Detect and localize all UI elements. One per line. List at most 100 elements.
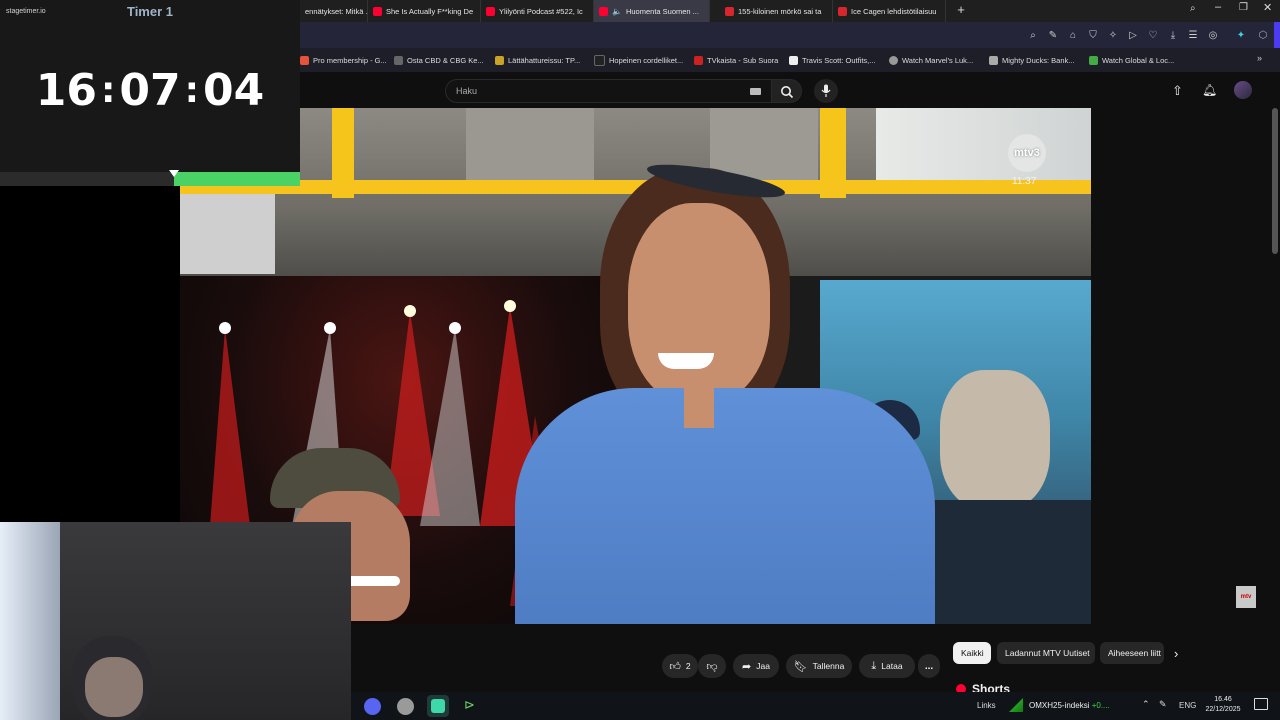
share-label: Jaa bbox=[756, 661, 770, 671]
person-head bbox=[940, 370, 1050, 510]
pen-icon[interactable]: ✎ bbox=[1159, 699, 1167, 710]
windows-taskbar: ⊳ Links OMXH25-indeksi +0.... ⌃ ✎ ENG 16… bbox=[351, 692, 1280, 720]
discord-icon[interactable] bbox=[364, 698, 381, 715]
accent-strip bbox=[1274, 22, 1280, 48]
webcam-overlay bbox=[0, 522, 351, 720]
clock-date: 22/12/2025 bbox=[1205, 706, 1241, 713]
bookmark-icon bbox=[694, 55, 703, 65]
chevron-up-icon[interactable]: ⌃ bbox=[1142, 699, 1150, 710]
share-icon: ➦ bbox=[742, 660, 752, 673]
news-icon bbox=[838, 6, 847, 16]
bookmark-icon bbox=[394, 55, 403, 65]
browser-tab[interactable]: ennätykset: Mitkä ... bbox=[300, 0, 368, 22]
bookmark-item[interactable]: Osta CBD & CBG Ke... bbox=[394, 53, 484, 67]
bookmark-item[interactable]: Watch Global & Loc... bbox=[1089, 53, 1174, 67]
restore-icon[interactable]: ❐ bbox=[1239, 2, 1248, 13]
chip-uploaded-by[interactable]: Ladannut MTV Uutiset bbox=[997, 642, 1095, 664]
chip-all[interactable]: Kaikki bbox=[953, 642, 991, 664]
close-icon[interactable]: ✕ bbox=[1263, 1, 1272, 14]
host-smile bbox=[658, 353, 714, 369]
app-icon[interactable] bbox=[397, 698, 414, 715]
news-icon bbox=[725, 6, 734, 16]
download-icon: ⤓ bbox=[871, 659, 877, 672]
bookmark-label: Travis Scott: Outfits,... bbox=[802, 55, 876, 65]
stock-widget[interactable]: OMXH25-indeksi +0.... bbox=[1029, 701, 1110, 710]
links-toolbar[interactable]: Links bbox=[977, 701, 996, 710]
chip-related[interactable]: Aiheeseen liitt bbox=[1100, 642, 1164, 664]
ai-icon[interactable]: ✦ bbox=[1234, 28, 1248, 42]
bookmark-item[interactable]: Pro membership - G... bbox=[300, 53, 387, 67]
browser-tab[interactable]: 155-kiloinen mörkö sai ta bbox=[720, 0, 833, 22]
share-button[interactable]: ➦ Jaa bbox=[733, 654, 779, 678]
webcam-person-face bbox=[85, 657, 143, 717]
bookmark-label: Watch Marvel's Luk... bbox=[902, 55, 974, 65]
tab-label: 155-kiloinen mörkö sai ta bbox=[738, 6, 822, 16]
shield-icon[interactable]: ⛉ bbox=[1086, 28, 1100, 42]
keyboard-icon[interactable] bbox=[750, 88, 761, 95]
settings-icon[interactable]: ⬡ bbox=[1256, 28, 1270, 42]
host-blue-shirt bbox=[515, 388, 935, 624]
download-button[interactable]: ⤓ Lataa bbox=[859, 654, 915, 678]
bookmark-item[interactable]: TVkaista - Sub Suora bbox=[694, 53, 778, 67]
speaker-icon[interactable]: 🔈 bbox=[612, 7, 622, 16]
bookmark-label: Mighty Ducks: Bank... bbox=[1002, 55, 1075, 65]
search-input[interactable]: Haku bbox=[456, 86, 477, 96]
timer-progress-fill bbox=[174, 172, 300, 186]
active-app-tile[interactable] bbox=[427, 695, 449, 717]
download-icon[interactable]: ⤓ bbox=[1166, 28, 1180, 42]
more-actions-button[interactable]: ... bbox=[918, 654, 940, 678]
bookmark-icon bbox=[300, 55, 309, 65]
bookmark-icon bbox=[989, 55, 998, 65]
overlay-dark-panel bbox=[0, 186, 180, 524]
bookmark-icon bbox=[889, 55, 898, 65]
profile-icon[interactable]: ◎ bbox=[1206, 28, 1220, 42]
search-box[interactable]: Haku bbox=[445, 79, 772, 103]
browser-tab[interactable]: Ylilyönti Podcast #522, Ic bbox=[481, 0, 594, 22]
menu-icon[interactable]: ☰ bbox=[1186, 28, 1200, 42]
bookmark-item[interactable]: Lättähattureissu: TP... bbox=[495, 53, 580, 67]
voice-search-button[interactable] bbox=[814, 79, 838, 103]
clock[interactable]: 16.46 22/12/2025 bbox=[1203, 695, 1243, 715]
bookmark-item[interactable]: Watch Marvel's Luk... bbox=[889, 53, 973, 67]
save-label: Tallenna bbox=[812, 661, 845, 671]
language-indicator[interactable]: ENG bbox=[1179, 701, 1196, 710]
bookmark-label: TVkaista - Sub Suora bbox=[707, 55, 779, 65]
youtube-icon bbox=[373, 6, 382, 16]
browser-tab-active[interactable]: 🔈 Huomenta Suomen ... bbox=[594, 0, 710, 22]
play-app-icon[interactable]: ⊳ bbox=[464, 697, 475, 713]
save-button[interactable]: 🔖︎ Tallenna bbox=[786, 654, 852, 678]
bookmark-item[interactable]: Hopeinen cordelliket... bbox=[594, 53, 683, 67]
dislike-button[interactable]: 👎︎ bbox=[698, 654, 726, 678]
upload-icon[interactable]: ⇧ bbox=[1172, 83, 1183, 99]
chevron-right-icon[interactable]: › bbox=[1174, 646, 1178, 661]
browser-tab[interactable]: She Is Actually F**king De bbox=[368, 0, 481, 22]
studio-window bbox=[876, 108, 1091, 180]
bookmark-item[interactable]: Travis Scott: Outfits,... bbox=[789, 53, 876, 67]
minimize-icon[interactable]: – bbox=[1215, 1, 1221, 13]
youtube-icon bbox=[486, 6, 495, 16]
heart-icon[interactable]: ♡ bbox=[1146, 28, 1160, 42]
search-button[interactable] bbox=[772, 79, 802, 103]
more-bookmarks-icon[interactable]: » bbox=[1257, 53, 1262, 63]
browser-tab[interactable]: Ice Cagen lehdistötilaisuu bbox=[833, 0, 946, 22]
like-button[interactable]: 👍︎ 2 bbox=[662, 654, 698, 678]
person-jacket bbox=[915, 500, 1091, 624]
scrollbar-thumb[interactable] bbox=[1272, 108, 1278, 254]
avatar[interactable] bbox=[1234, 81, 1252, 99]
search-tabs-icon[interactable]: ⌕ bbox=[1190, 3, 1196, 14]
home-icon[interactable]: ⌂ bbox=[1066, 28, 1080, 42]
bookmark-label: Watch Global & Loc... bbox=[1102, 55, 1175, 65]
edit-icon[interactable]: ✎ bbox=[1046, 28, 1060, 42]
play-icon[interactable]: ▷ bbox=[1126, 28, 1140, 42]
bookmark-label: Pro membership - G... bbox=[313, 55, 387, 65]
notification-center-icon[interactable] bbox=[1254, 698, 1268, 710]
download-label: Lataa bbox=[881, 661, 903, 671]
bookmark-icon: 🔖︎ bbox=[793, 660, 808, 673]
new-tab-button[interactable]: + bbox=[954, 2, 968, 18]
zoom-icon[interactable]: ⌕ bbox=[1026, 28, 1040, 42]
search-icon bbox=[781, 86, 794, 99]
bookmark-item[interactable]: Mighty Ducks: Bank... bbox=[989, 53, 1075, 67]
channel-watermark[interactable]: mtv bbox=[1236, 586, 1256, 608]
extension-icon[interactable]: ✧ bbox=[1106, 28, 1120, 42]
notifications-bell-icon[interactable]: 🔔︎ bbox=[1202, 83, 1217, 97]
